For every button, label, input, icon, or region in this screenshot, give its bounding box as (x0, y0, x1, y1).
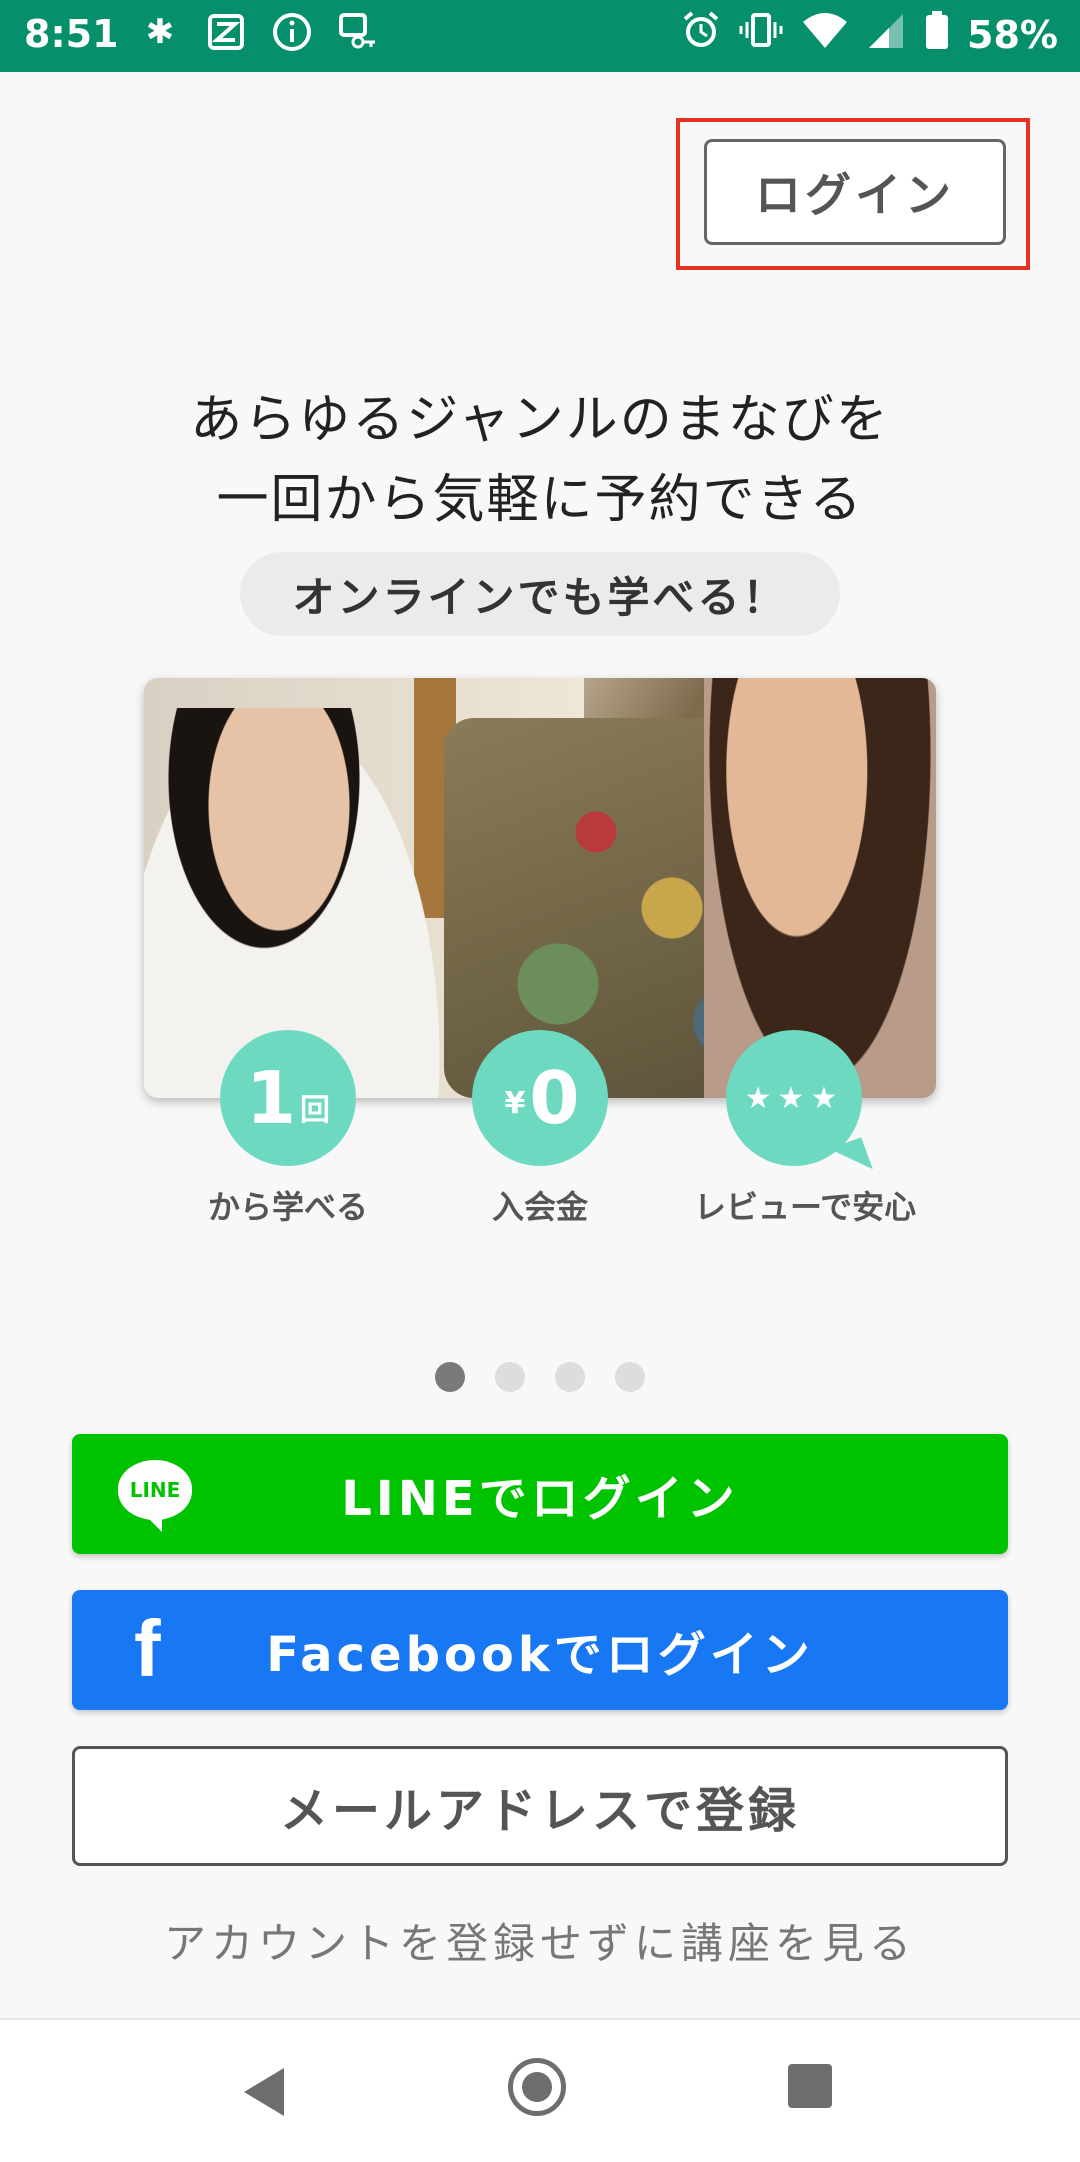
system-icons: 58% (681, 10, 1058, 59)
login-button[interactable]: ログイン (704, 139, 1006, 245)
notification-icons: ✱ (138, 10, 380, 54)
review-stars-bubble-icon: ★★★ (726, 1030, 873, 1181)
line-icon: LINE (118, 1460, 192, 1532)
facebook-login-button[interactable]: f Facebookでログイン (72, 1590, 1008, 1710)
feature-one-time: 1 回 から学べる (188, 1030, 388, 1228)
z-app-icon (204, 10, 248, 54)
status-bar: 8:51 ✱ 58% (0, 0, 1080, 72)
yen-zero-badge-icon: ¥ 0 (472, 1030, 608, 1166)
back-icon[interactable] (244, 2068, 284, 2116)
carousel-dot[interactable] (435, 1362, 465, 1392)
battery-percent: 58% (967, 12, 1058, 57)
ic-key-icon (336, 10, 380, 54)
slack-icon: ✱ (145, 12, 175, 52)
headline: あらゆるジャンルのまなびを 一回から気軽に予約できる (0, 380, 1080, 540)
online-pill: オンラインでも学べる！ (240, 552, 840, 636)
headline-line2: 一回から気軽に予約できる (216, 470, 864, 530)
battery-icon (925, 10, 949, 59)
signal-icon (867, 10, 907, 59)
carousel-indicator (0, 1362, 1080, 1392)
line-login-label: LINEでログイン (341, 1471, 739, 1527)
carousel-dot[interactable] (615, 1362, 645, 1392)
feature-no-fee: ¥ 0 入会金 (440, 1030, 640, 1228)
email-register-button[interactable]: メールアドレスで登録 (72, 1746, 1008, 1866)
feature-reviews: ★★★ レビューで安心 (694, 1030, 917, 1228)
vibrate-icon (739, 10, 783, 59)
info-icon (270, 10, 314, 54)
one-time-badge-icon: 1 回 (220, 1030, 356, 1166)
navigation-bar (0, 2018, 1080, 2162)
browse-without-account-link[interactable]: アカウントを登録せずに講座を見る (0, 1910, 1080, 1971)
feature-label: レビューで安心 (694, 1188, 917, 1226)
wifi-icon (801, 10, 849, 59)
facebook-login-label: Facebookでログイン (266, 1627, 814, 1683)
carousel-dot[interactable] (555, 1362, 585, 1392)
home-icon[interactable] (508, 2058, 566, 2116)
headline-line1: あらゆるジャンルのまなびを (190, 390, 890, 450)
line-login-button[interactable]: LINE LINEでログイン (72, 1434, 1008, 1554)
feature-label: 入会金 (491, 1188, 588, 1226)
carousel-dot[interactable] (495, 1362, 525, 1392)
recent-apps-icon[interactable] (788, 2064, 832, 2108)
facebook-icon: f (134, 1604, 165, 1693)
alarm-icon (681, 10, 721, 59)
feature-label: から学べる (207, 1188, 368, 1226)
status-time: 8:51 (24, 12, 119, 56)
